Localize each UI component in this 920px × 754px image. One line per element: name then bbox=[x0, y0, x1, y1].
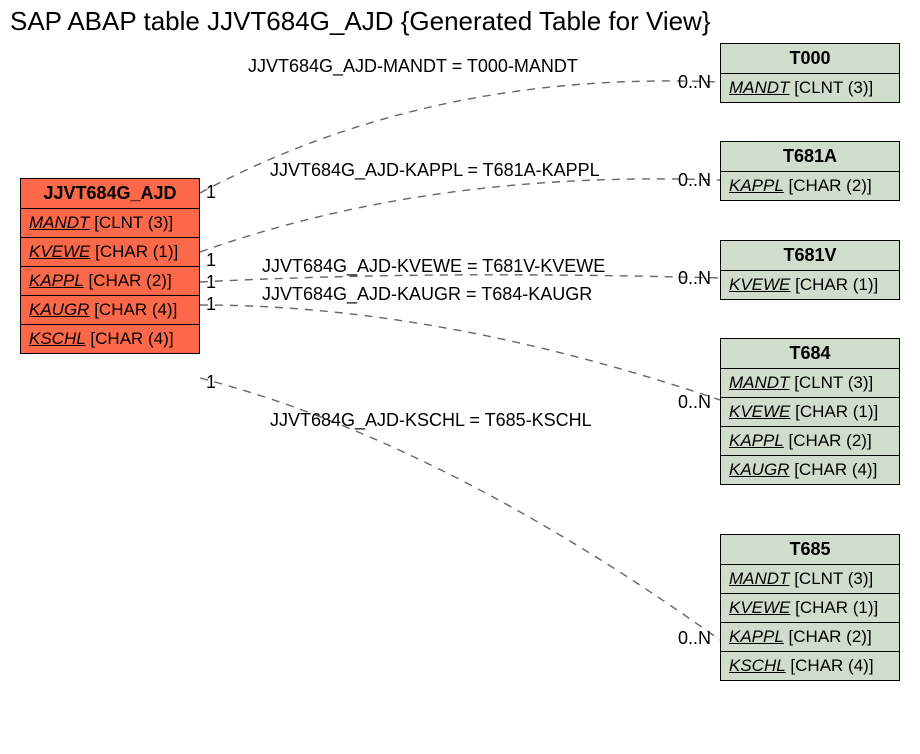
target-table-t681a: T681A KAPPL [CHAR (2)] bbox=[720, 141, 900, 201]
cardinality-target: 0..N bbox=[678, 268, 711, 289]
table-row: KAUGR [CHAR (4)] bbox=[21, 296, 199, 325]
relation-label: JJVT684G_AJD-KSCHL = T685-KSCHL bbox=[270, 410, 592, 431]
table-row: KAPPL [CHAR (2)] bbox=[721, 172, 899, 200]
table-row: MANDT [CLNT (3)] bbox=[721, 369, 899, 398]
target-table-t000: T000 MANDT [CLNT (3)] bbox=[720, 43, 900, 103]
target-table-name: T684 bbox=[721, 339, 899, 369]
target-table-name: T685 bbox=[721, 535, 899, 565]
cardinality-source: 1 bbox=[206, 294, 216, 315]
cardinality-target: 0..N bbox=[678, 628, 711, 649]
table-row: KVEWE [CHAR (1)] bbox=[721, 594, 899, 623]
target-table-t685: T685 MANDT [CLNT (3)] KVEWE [CHAR (1)] K… bbox=[720, 534, 900, 681]
relation-label: JJVT684G_AJD-MANDT = T000-MANDT bbox=[248, 56, 578, 77]
table-row: KVEWE [CHAR (1)] bbox=[721, 398, 899, 427]
table-row: KAPPL [CHAR (2)] bbox=[721, 623, 899, 652]
cardinality-source: 1 bbox=[206, 272, 216, 293]
relation-label: JJVT684G_AJD-KAPPL = T681A-KAPPL bbox=[270, 160, 600, 181]
cardinality-target: 0..N bbox=[678, 392, 711, 413]
table-row: KAUGR [CHAR (4)] bbox=[721, 456, 899, 484]
target-table-name: T681V bbox=[721, 241, 899, 271]
page-title: SAP ABAP table JJVT684G_AJD {Generated T… bbox=[10, 6, 711, 37]
table-row: MANDT [CLNT (3)] bbox=[21, 209, 199, 238]
table-row: KAPPL [CHAR (2)] bbox=[21, 267, 199, 296]
target-table-t684: T684 MANDT [CLNT (3)] KVEWE [CHAR (1)] K… bbox=[720, 338, 900, 485]
target-table-t681v: T681V KVEWE [CHAR (1)] bbox=[720, 240, 900, 300]
target-table-name: T681A bbox=[721, 142, 899, 172]
cardinality-target: 0..N bbox=[678, 72, 711, 93]
source-table-name: JJVT684G_AJD bbox=[21, 179, 199, 209]
cardinality-target: 0..N bbox=[678, 170, 711, 191]
source-table: JJVT684G_AJD MANDT [CLNT (3)] KVEWE [CHA… bbox=[20, 178, 200, 354]
relation-label: JJVT684G_AJD-KVEWE = T681V-KVEWE bbox=[262, 256, 605, 277]
cardinality-source: 1 bbox=[206, 250, 216, 271]
table-row: MANDT [CLNT (3)] bbox=[721, 565, 899, 594]
table-row: KVEWE [CHAR (1)] bbox=[21, 238, 199, 267]
er-diagram-canvas: SAP ABAP table JJVT684G_AJD {Generated T… bbox=[0, 0, 920, 754]
cardinality-source: 1 bbox=[206, 372, 216, 393]
table-row: KSCHL [CHAR (4)] bbox=[721, 652, 899, 680]
table-row: KAPPL [CHAR (2)] bbox=[721, 427, 899, 456]
target-table-name: T000 bbox=[721, 44, 899, 74]
relation-label: JJVT684G_AJD-KAUGR = T684-KAUGR bbox=[262, 284, 592, 305]
cardinality-source: 1 bbox=[206, 182, 216, 203]
table-row: KVEWE [CHAR (1)] bbox=[721, 271, 899, 299]
table-row: KSCHL [CHAR (4)] bbox=[21, 325, 199, 353]
table-row: MANDT [CLNT (3)] bbox=[721, 74, 899, 102]
